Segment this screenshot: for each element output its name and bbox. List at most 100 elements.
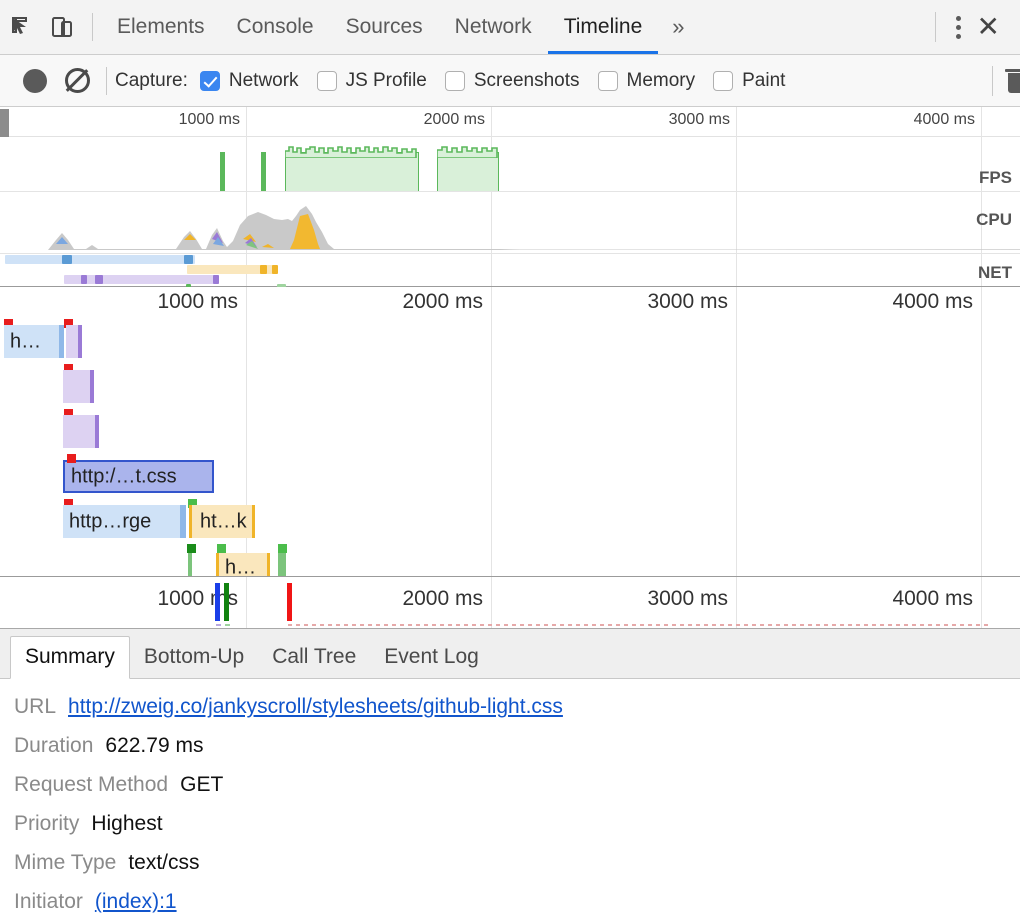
devtools-tab-bar: Elements Console Sources Network Timelin…: [0, 0, 1020, 55]
waterfall-tick-4: 4000 ms: [892, 290, 981, 314]
overview-tick-3: 3000 ms: [669, 111, 736, 129]
net-bar: [64, 275, 219, 284]
tab-elements[interactable]: Elements: [101, 0, 221, 54]
close-icon[interactable]: ✕: [967, 13, 1010, 41]
checkbox-screenshots-box[interactable]: [445, 71, 465, 91]
overview-label-net: NET: [978, 263, 1012, 283]
bottom-gridline-4: [981, 577, 982, 628]
tab-sources[interactable]: Sources: [330, 0, 439, 54]
net-bar: [272, 265, 278, 274]
checkbox-screenshots[interactable]: Screenshots: [445, 70, 580, 92]
device-toolbar-icon[interactable]: [42, 5, 84, 49]
summary-fields: URL http://zweig.co/jankyscroll/styleshe…: [0, 679, 1020, 914]
request-bar-resource: ht…k: [189, 505, 255, 538]
summary-row-request-method: Request Method GET: [14, 773, 1020, 797]
checkbox-js-profile[interactable]: JS Profile: [317, 70, 427, 92]
net-bar: [184, 255, 193, 264]
network-waterfall[interactable]: 1000 ms 2000 ms 3000 ms 4000 ms h…: [0, 287, 1020, 577]
timeline-overview[interactable]: 1000 ms 2000 ms 3000 ms 4000 ms FPS CPU: [0, 107, 1020, 287]
marker-trail: [216, 624, 221, 626]
net-bar: [95, 275, 103, 284]
checkbox-paint[interactable]: Paint: [713, 70, 785, 92]
vertical-dots-icon[interactable]: [950, 10, 967, 45]
resource-start-marker: [217, 544, 226, 553]
request-bar-download: [59, 325, 64, 358]
tab-event-log[interactable]: Event Log: [370, 637, 493, 678]
tab-timeline-label: Timeline: [564, 15, 643, 39]
summary-value-url[interactable]: http://zweig.co/jankyscroll/stylesheets/…: [68, 695, 563, 719]
net-bar: [5, 255, 195, 264]
overview-window-handle[interactable]: [0, 109, 9, 137]
tab-call-tree-label: Call Tree: [272, 645, 356, 668]
tab-call-tree[interactable]: Call Tree: [258, 637, 370, 678]
load-event-marker[interactable]: [224, 583, 229, 621]
summary-row-initiator: Initiator (index):1: [14, 890, 1020, 914]
overview-tick-4: 4000 ms: [914, 111, 981, 129]
summary-value-initiator[interactable]: (index):1: [95, 890, 177, 914]
summary-key-mime-type: Mime Type: [14, 851, 116, 875]
net-bar: [260, 265, 267, 274]
overview-band-cpu: CPU: [0, 192, 1020, 254]
net-bar: [81, 275, 87, 284]
clear-button[interactable]: [56, 59, 98, 103]
details-tab-bar: Summary Bottom-Up Call Tree Event Log: [0, 629, 1020, 679]
overview-band-net: NET: [0, 254, 1020, 287]
tab-summary-label: Summary: [25, 645, 115, 668]
tab-summary[interactable]: Summary: [10, 636, 130, 679]
resource-start-marker: [278, 544, 287, 553]
tab-console[interactable]: Console: [221, 0, 330, 54]
trash-icon[interactable]: [1007, 69, 1020, 93]
inspect-element-icon[interactable]: [0, 5, 42, 49]
waterfall-tick-2: 2000 ms: [402, 290, 491, 314]
summary-value-duration: 622.79 ms: [105, 734, 203, 758]
bottom-gridline-3: [736, 577, 737, 628]
capture-divider: [106, 67, 107, 95]
overview-band-fps: FPS: [0, 137, 1020, 192]
summary-key-request-method: Request Method: [14, 773, 168, 797]
bottom-tick-4: 4000 ms: [892, 587, 981, 611]
toolbar-divider: [92, 13, 93, 41]
record-button[interactable]: [14, 59, 56, 103]
details-pane: Summary Bottom-Up Call Tree Event Log UR…: [0, 629, 1020, 894]
request-sublabel: ht…k: [200, 510, 247, 533]
tab-timeline[interactable]: Timeline: [548, 0, 659, 54]
checkbox-network[interactable]: Network: [200, 70, 299, 92]
overview-tick-2: 2000 ms: [424, 111, 491, 129]
tab-network[interactable]: Network: [439, 0, 548, 54]
checkbox-memory[interactable]: Memory: [598, 70, 696, 92]
checkbox-screenshots-label: Screenshots: [474, 70, 580, 92]
request-row-4[interactable]: http:/…t.css: [0, 454, 1020, 499]
tab-bottom-up[interactable]: Bottom-Up: [130, 637, 258, 678]
request-row-6[interactable]: h…: [0, 544, 1020, 577]
bottom-gridline-2: [491, 577, 492, 628]
summary-value-mime-type: text/css: [128, 851, 199, 875]
waterfall-tick-3: 3000 ms: [647, 290, 736, 314]
checkbox-paint-label: Paint: [742, 70, 785, 92]
tab-bar-right-controls: ✕: [921, 10, 1020, 45]
bottom-tick-3: 3000 ms: [647, 587, 736, 611]
resource-thin-bar: [188, 553, 192, 577]
more-tabs-icon[interactable]: »: [658, 14, 698, 40]
summary-row-mime-type: Mime Type text/css: [14, 851, 1020, 875]
checkbox-memory-box[interactable]: [598, 71, 618, 91]
first-paint-marker[interactable]: [287, 583, 292, 621]
panel-tabs: Elements Console Sources Network Timelin…: [101, 0, 658, 54]
summary-key-initiator: Initiator: [14, 890, 83, 914]
checkbox-network-label: Network: [229, 70, 299, 92]
request-row-5[interactable]: http…rge ht…k: [0, 499, 1020, 544]
request-row-1[interactable]: h…: [0, 319, 1020, 364]
checkbox-js-profile-box[interactable]: [317, 71, 337, 91]
request-bar-download: [180, 505, 186, 538]
request-label: http:/…t.css: [71, 465, 177, 488]
request-bar-script-end: [95, 415, 99, 448]
request-row-2[interactable]: [0, 364, 1020, 409]
checkbox-network-box[interactable]: [200, 71, 220, 91]
request-bar-script: [63, 370, 93, 403]
net-bar: [213, 275, 219, 284]
request-bar-selected[interactable]: http:/…t.css: [63, 460, 214, 493]
request-row-3[interactable]: [0, 409, 1020, 454]
dom-content-loaded-marker[interactable]: [215, 583, 220, 621]
checkbox-paint-box[interactable]: [713, 71, 733, 91]
request-bar-script-end: [78, 325, 82, 358]
clear-icon: [65, 68, 90, 93]
